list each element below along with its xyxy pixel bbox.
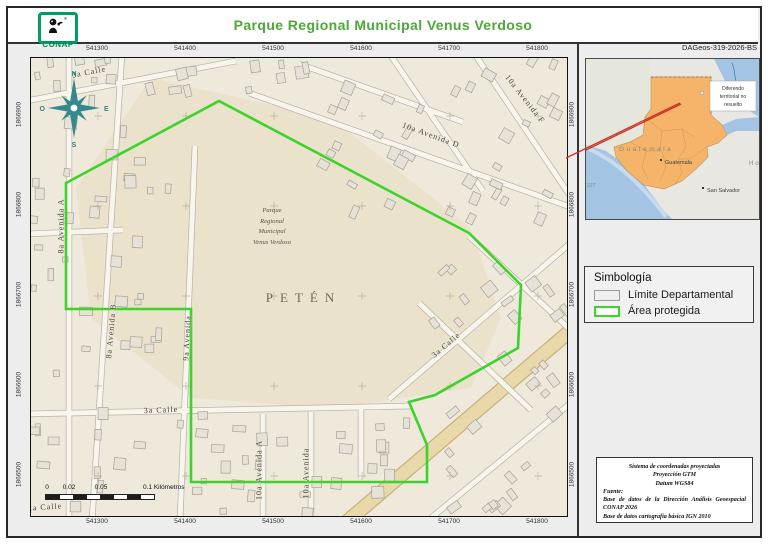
credit-line: Base de datos cartografía básica IGN 201… [603,513,711,520]
scale-tick-label: 0.05 [94,484,108,491]
inset-neighbor-label: Honduras [749,161,759,167]
legend-title: Simbología [594,272,652,284]
legend-swatch-protected [594,305,620,317]
dispute-note-line: Diferendo [722,86,744,92]
credit-line: Base de datos de la Dirección Análisis G… [603,497,746,504]
scale-tick-label: 0.02 [62,484,76,491]
compass-w-label: O [40,106,46,113]
legend-panel: Simbología Límite Departamental Área pro… [584,266,754,323]
street-label: 10a Avenida A [254,440,264,500]
axis-label: 1866900 [568,101,576,128]
axis-label: 541800 [526,518,548,525]
axis-label: 1866700 [15,281,23,308]
axis-label: 1866700 [568,281,576,308]
panel-divider [577,42,579,536]
compass-e-label: E [104,106,109,113]
conap-logo-figure: ® [49,16,67,33]
scale-bar-graphic [45,494,155,500]
axis-label: 1866500 [568,461,576,488]
legend-item: Área protegida [594,305,744,317]
inset-country-label: Guatemala [619,146,673,153]
legend-swatch-departmental [594,289,620,301]
axis-label: 541700 [438,45,460,52]
page-title: Parque Regional Municipal Venus Verdoso [233,17,533,33]
axis-label: 541400 [174,518,196,525]
axis-label: 541600 [350,45,372,52]
dispute-note-line: territorial no [720,94,747,100]
street-label: 3a Calle [143,404,179,416]
compass-n-label: N [71,71,76,78]
map-geometry [31,58,567,516]
axis-label: 1866900 [15,101,23,128]
inset-locator-map: Diferendo territorial no resuelto Guatem… [585,58,760,220]
compass-rose: N S E O [40,71,109,148]
credit-line: Proyección GTM [652,472,697,479]
park-name-label: Parque Regional Municipal Venus Verdoso [252,207,292,246]
axis-label: 1866800 [568,191,576,218]
axis-label: 541300 [86,518,108,525]
header-bar: Parque Regional Municipal Venus Verdoso … [8,8,758,49]
region-label: PETÉN [265,290,342,305]
axis-label: 1866600 [15,371,23,398]
axis-label: 541300 [86,45,108,52]
axis-label: 1866800 [15,191,23,218]
compass-s-label: S [72,142,77,148]
scale-bar: 0 0.02 0.05 0.1 Kilómetros [45,484,245,508]
inset-city-label: Guatemala [665,160,693,166]
credit-line: Datum WGS84 [655,480,694,487]
axis-label: 541600 [350,518,372,525]
axis-label: 541400 [174,45,196,52]
axis-label: 541700 [438,518,460,525]
dispute-note-line: resuelto [724,102,742,108]
axis-label: 541800 [526,45,548,52]
credit-line: CONAP 2026 [603,505,638,512]
inset-city2-label: San Salvador [707,188,740,194]
inset-zone-label: 22T [586,183,597,189]
legend-item: Límite Departamental [594,289,744,301]
axis-label: 541500 [262,518,284,525]
street-label: 8a Avenida A [56,198,66,254]
dispute-marker [699,90,705,96]
svg-text:®: ® [64,16,67,21]
credit-line: Sistema de coordenadas proyectadas [628,464,721,470]
doc-code: DAGeos-319-2026-BS [681,43,757,52]
credit-line: Fuente: [603,488,623,495]
scale-tick-label: 0 [45,484,49,491]
axis-label: 1866500 [15,461,23,488]
scale-tick-label: 0.1 Kilómetros [143,484,185,491]
credits-panel: Sistema de coordenadas proyectadas Proye… [596,457,753,523]
axis-label: 541500 [262,45,284,52]
main-map-canvas: Parque Regional Municipal Venus Verdoso … [30,57,568,517]
axis-label: 1866600 [568,371,576,398]
map-document-page: Parque Regional Municipal Venus Verdoso … [0,0,768,544]
street-label: 10a Avenida [301,447,311,499]
